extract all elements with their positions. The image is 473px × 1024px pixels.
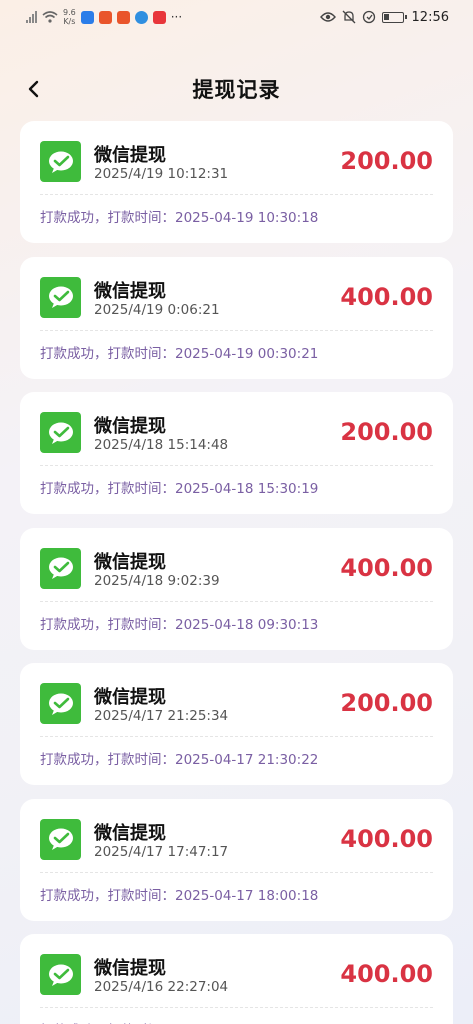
record-type: 微信提现 <box>94 280 166 302</box>
record-status: 打款成功，打款时间：2025-04-17 18:00:18 <box>40 887 319 904</box>
wifi-icon <box>42 11 58 23</box>
mute-bell-icon <box>342 10 355 24</box>
record-amount: 400.00 <box>340 960 433 988</box>
record-type: 微信提现 <box>94 145 166 166</box>
eye-icon <box>319 12 336 22</box>
withdrawal-record-list: 微信提现 2025/4/19 10:12:31 200.00 打款成功，打款时间… <box>20 121 453 1024</box>
withdrawal-record-card[interactable]: 微信提现 2025/4/19 10:12:31 200.00 打款成功，打款时间… <box>20 121 453 243</box>
record-status: 打款成功，打款时间：2025-04-19 00:30:21 <box>40 345 319 362</box>
divider <box>40 465 433 466</box>
back-button[interactable] <box>20 76 46 102</box>
wechat-icon <box>40 141 81 182</box>
battery-icon <box>381 11 407 23</box>
data-saver-icon <box>362 10 375 24</box>
record-status: 打款成功，打款时间：2025-04-16 22:30:21 <box>40 1019 318 1024</box>
cellular-signal-icon <box>26 11 37 23</box>
record-date: 2025/4/17 17:47:17 <box>94 843 229 860</box>
record-amount: 400.00 <box>340 553 433 582</box>
record-date: 2025/4/18 9:02:39 <box>94 572 220 589</box>
divider <box>40 194 433 195</box>
wechat-icon <box>40 683 81 724</box>
header: 提现记录 <box>0 66 473 112</box>
withdrawal-record-card[interactable]: 微信提现 2025/4/17 17:47:17 400.00 打款成功，打款时间… <box>20 798 453 921</box>
wechat-icon <box>40 412 81 453</box>
wechat-icon <box>40 547 81 589</box>
app-notification-icon <box>134 10 148 24</box>
withdrawal-record-card[interactable]: 微信提现 2025/4/18 9:02:39 400.00 打款成功，打款时间：… <box>20 527 453 650</box>
app-notification-icon <box>98 10 112 24</box>
record-amount: 400.00 <box>340 824 433 853</box>
record-type: 微信提现 <box>94 822 166 844</box>
record-date: 2025/4/17 21:25:34 <box>94 708 229 724</box>
network-speed: 9.6 K/s <box>63 8 76 26</box>
record-amount: 400.00 <box>340 282 433 311</box>
clock: 12:56 <box>411 9 449 25</box>
record-status: 打款成功，打款时间：2025-04-18 15:30:19 <box>40 481 319 497</box>
wechat-icon <box>40 276 81 318</box>
withdrawal-record-card[interactable]: 微信提现 2025/4/18 15:14:48 200.00 打款成功，打款时间… <box>20 392 453 514</box>
record-status: 打款成功，打款时间：2025-04-17 21:30:22 <box>40 752 319 768</box>
wechat-icon <box>40 818 81 860</box>
page-title: 提现记录 <box>192 78 281 102</box>
app-notification-icon <box>80 10 94 24</box>
divider <box>40 736 433 737</box>
record-type: 微信提现 <box>94 958 166 979</box>
status-bar: 9.6 K/s ··· 12:56 <box>0 0 473 34</box>
divider <box>40 600 433 602</box>
record-date: 2025/4/19 0:06:21 <box>94 301 220 318</box>
record-date: 2025/4/19 10:12:31 <box>94 166 229 182</box>
divider <box>40 329 433 331</box>
record-amount: 200.00 <box>340 418 433 446</box>
withdrawal-record-card[interactable]: 微信提现 2025/4/16 22:27:04 400.00 打款成功，打款时间… <box>20 934 453 1024</box>
record-type: 微信提现 <box>94 416 166 437</box>
status-bar-left: 9.6 K/s ··· <box>26 8 182 26</box>
record-amount: 200.00 <box>340 689 433 717</box>
app-notification-icon <box>116 10 130 24</box>
record-status: 打款成功，打款时间：2025-04-19 10:30:18 <box>40 210 319 226</box>
divider <box>40 871 433 873</box>
record-date: 2025/4/16 22:27:04 <box>94 979 229 995</box>
more-notifications: ··· <box>170 10 183 24</box>
withdrawal-record-card[interactable]: 微信提现 2025/4/17 21:25:34 200.00 打款成功，打款时间… <box>20 663 453 785</box>
record-date: 2025/4/18 15:14:48 <box>94 437 229 453</box>
chevron-left-icon <box>28 80 39 98</box>
record-amount: 200.00 <box>340 147 433 175</box>
status-bar-right: 12:56 <box>319 9 449 25</box>
record-type: 微信提现 <box>94 551 166 573</box>
wechat-icon <box>40 954 81 995</box>
app-notification-icon <box>152 10 166 24</box>
record-type: 微信提现 <box>94 687 166 708</box>
record-status: 打款成功，打款时间：2025-04-18 09:30:13 <box>40 616 319 633</box>
withdrawal-record-card[interactable]: 微信提现 2025/4/19 0:06:21 400.00 打款成功，打款时间：… <box>20 256 453 379</box>
divider <box>40 1007 433 1008</box>
